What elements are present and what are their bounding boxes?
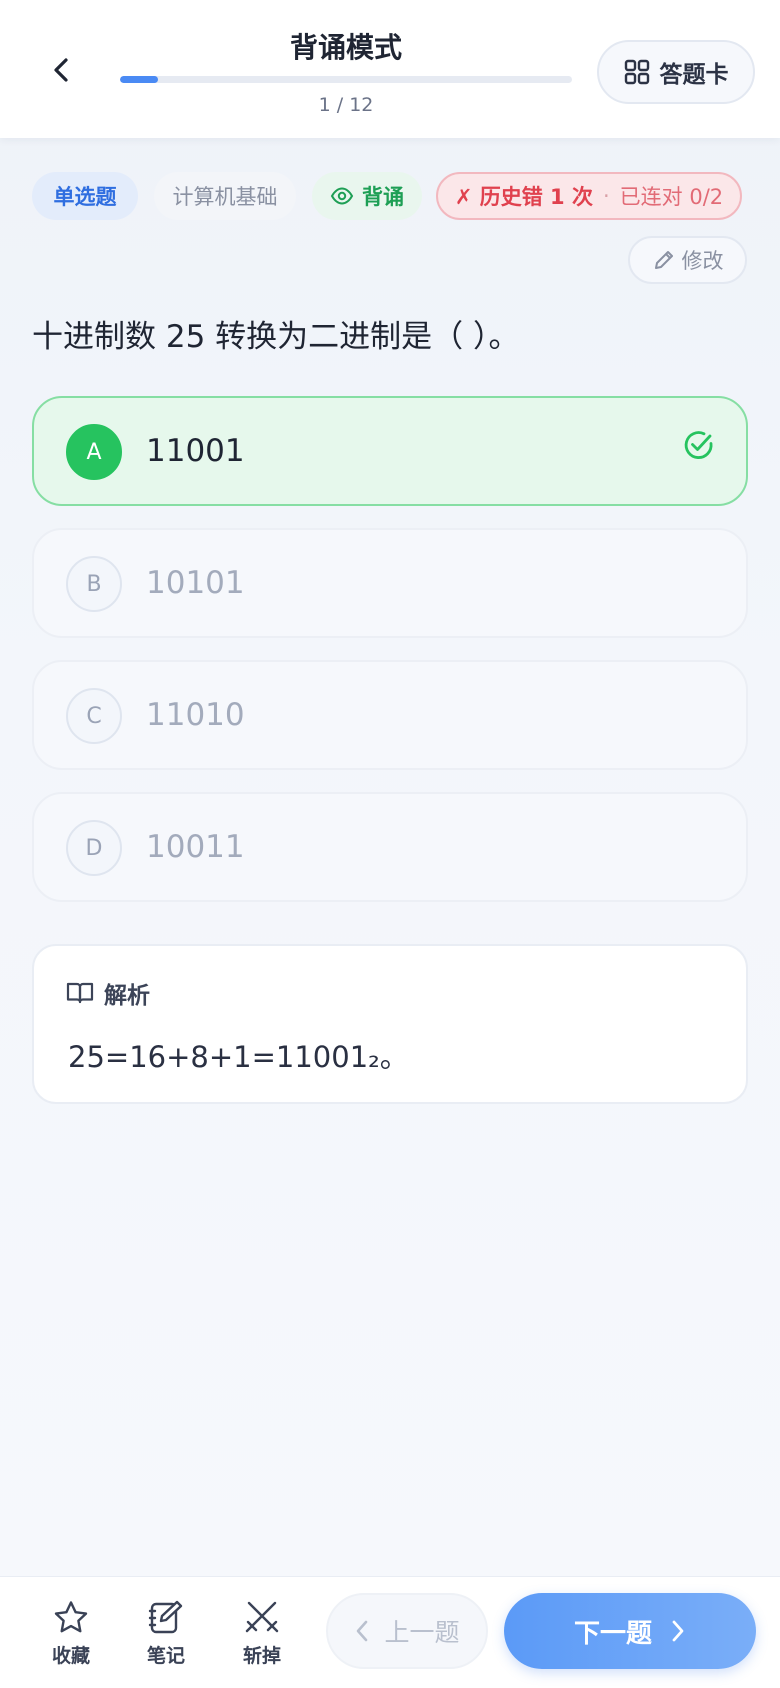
option-letter: B [66, 556, 122, 612]
analysis-card: 解析 25=16+8+1=11001₂。 [32, 944, 748, 1104]
pencil-icon [654, 251, 673, 269]
answer-card-button[interactable]: 答题卡 [597, 40, 755, 104]
progress-bar [120, 76, 572, 83]
favorite-button[interactable]: 收藏 [36, 1599, 106, 1669]
analysis-title: 解析 [104, 983, 150, 1009]
option-text: 11010 [146, 697, 245, 733]
answer-card-label: 答题卡 [659, 62, 729, 88]
mode-tag: 背诵 [312, 172, 422, 220]
chevron-right-icon [672, 1620, 684, 1642]
page-title: 背诵模式 [289, 31, 402, 64]
previous-label: 上一题 [384, 1618, 460, 1647]
analysis-text: 25=16+8+1=11001₂。 [68, 1040, 409, 1074]
notebook-pencil-icon [148, 1600, 183, 1634]
previous-question-button[interactable]: 上一题 [326, 1593, 488, 1669]
analysis-header: 解析 [66, 976, 150, 1010]
edit-label: 修改 [681, 249, 724, 273]
top-bar: 背诵模式 1 / 12 答题卡 [0, 0, 780, 138]
question-text: 十进制数 25 转换为二进制是（ ）。 [32, 319, 520, 355]
eye-icon [330, 187, 354, 205]
option-letter: A [66, 424, 122, 480]
grid-icon [624, 59, 649, 85]
history-error-badge: ✗ 历史错 1 次 · 已连对 0/2 [436, 172, 742, 220]
crossed-swords-icon [245, 1601, 279, 1633]
option-letter: C [66, 688, 122, 744]
note-label: 笔记 [146, 1645, 185, 1667]
favorite-label: 收藏 [51, 1645, 90, 1667]
progress-text: 1 / 12 [318, 94, 374, 116]
book-open-icon [66, 982, 94, 1004]
star-icon [54, 1601, 88, 1633]
option-d[interactable]: D 10011 [32, 792, 748, 902]
chevron-left-icon [357, 1620, 368, 1642]
subject-tag: 计算机基础 [154, 172, 296, 220]
option-b[interactable]: B 10101 [32, 528, 748, 638]
edit-button[interactable]: 修改 [628, 236, 747, 284]
note-button[interactable]: 笔记 [131, 1599, 201, 1669]
history-error-text: ✗ 历史错 1 次 [454, 185, 593, 209]
next-label: 下一题 [573, 1618, 652, 1649]
option-text: 11001 [146, 433, 245, 469]
question-type-tag: 单选题 [32, 172, 138, 220]
remove-label: 斩掉 [242, 1645, 281, 1667]
progress-fill [120, 76, 158, 83]
next-question-button[interactable]: 下一题 [504, 1593, 756, 1669]
option-a[interactable]: A 11001 [32, 396, 748, 506]
bottom-toolbar: 收藏 笔记 斩掉 上一题 下一题 [0, 1576, 780, 1688]
option-letter: D [66, 820, 122, 876]
mode-label: 背诵 [362, 185, 404, 209]
remove-button[interactable]: 斩掉 [227, 1599, 297, 1669]
streak-text: 已连对 0/2 [619, 185, 724, 209]
check-circle-icon [684, 431, 713, 459]
option-c[interactable]: C 11010 [32, 660, 748, 770]
separator-dot: · [602, 184, 610, 208]
option-text: 10101 [146, 565, 245, 601]
option-text: 10011 [146, 829, 245, 865]
